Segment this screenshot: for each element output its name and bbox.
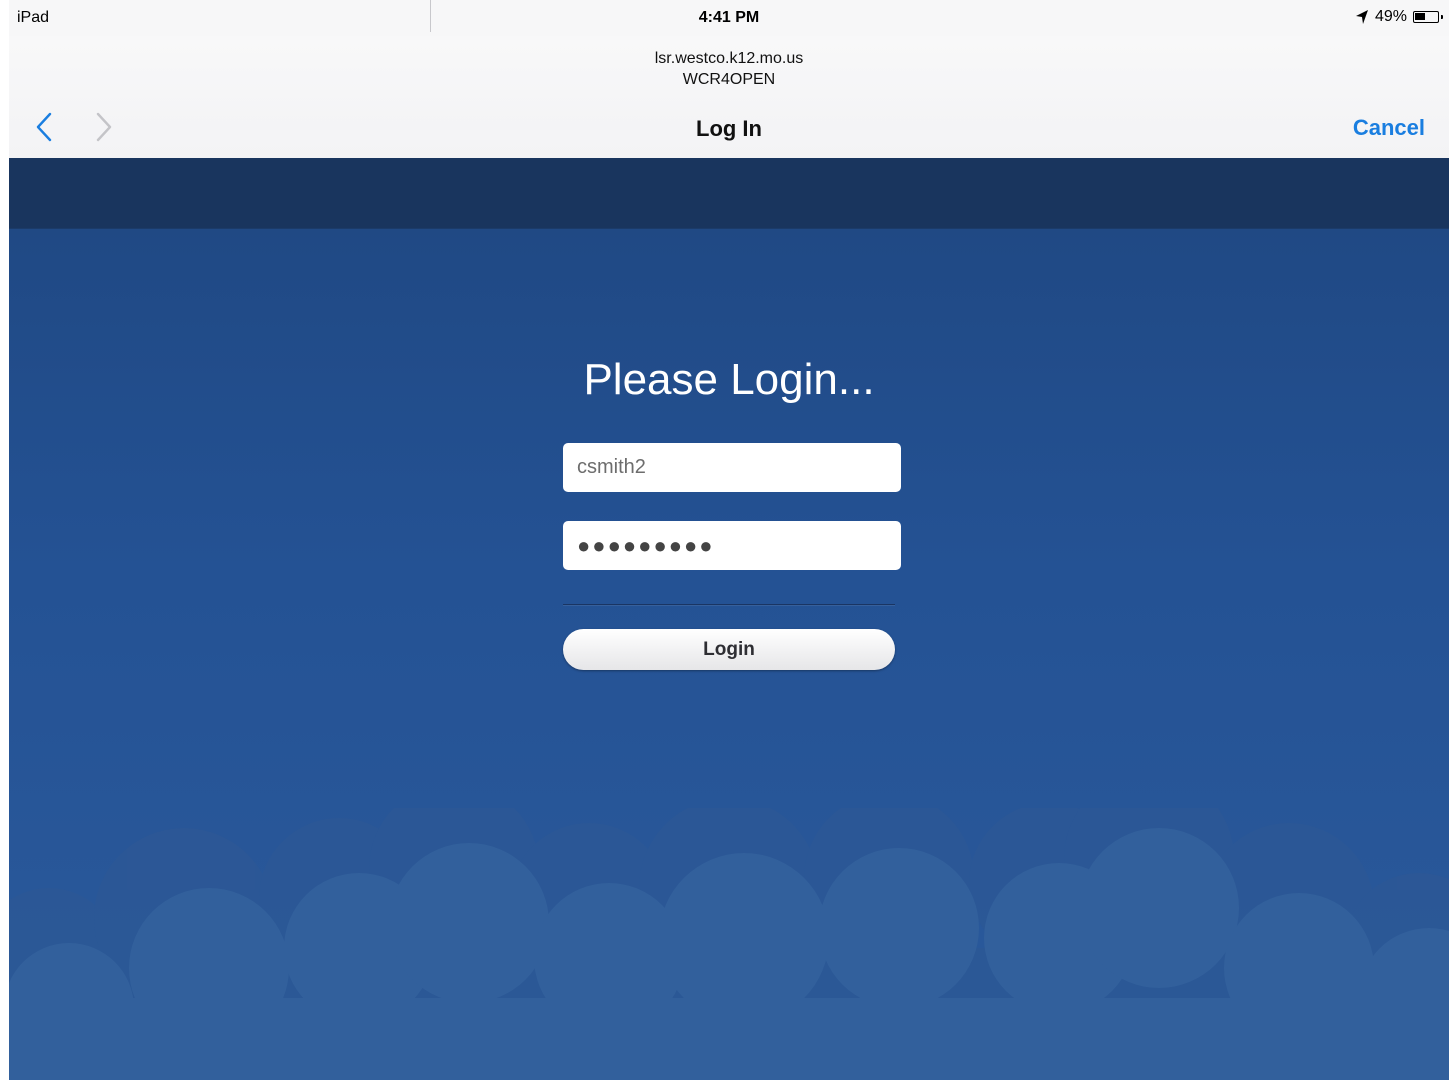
form-separator [563, 604, 895, 605]
header-title: Log In [696, 116, 762, 141]
status-bar: iPad 4:41 PM 49% [9, 0, 1449, 36]
login-heading: Please Login... [583, 355, 875, 404]
cloud-background-illustration [9, 808, 1449, 1080]
login-page: Please Login... Login [9, 158, 1449, 1080]
status-indicators: 49% [1355, 8, 1443, 26]
battery-tip [1441, 15, 1443, 19]
login-sheet-header: lsr.westco.k12.mo.us WCR4OPEN Log In Can… [9, 36, 1449, 159]
battery-percent: 49% [1374, 8, 1407, 25]
site-host: lsr.westco.k12.mo.us [654, 50, 804, 67]
battery-fill [1415, 13, 1425, 20]
top-band [9, 158, 1449, 229]
cancel-button[interactable]: Cancel [1353, 115, 1425, 141]
login-button[interactable]: Login [563, 629, 895, 670]
password-input[interactable] [563, 521, 901, 570]
browser-frame: iPad 4:41 PM 49% lsr.westco.k12.mo.us WC… [9, 0, 1449, 1080]
battery-icon [1413, 11, 1443, 23]
network-name: WCR4OPEN [682, 71, 776, 88]
username-input[interactable] [563, 443, 901, 492]
status-time: 4:41 PM [698, 9, 760, 26]
location-arrow-icon [1355, 10, 1368, 24]
